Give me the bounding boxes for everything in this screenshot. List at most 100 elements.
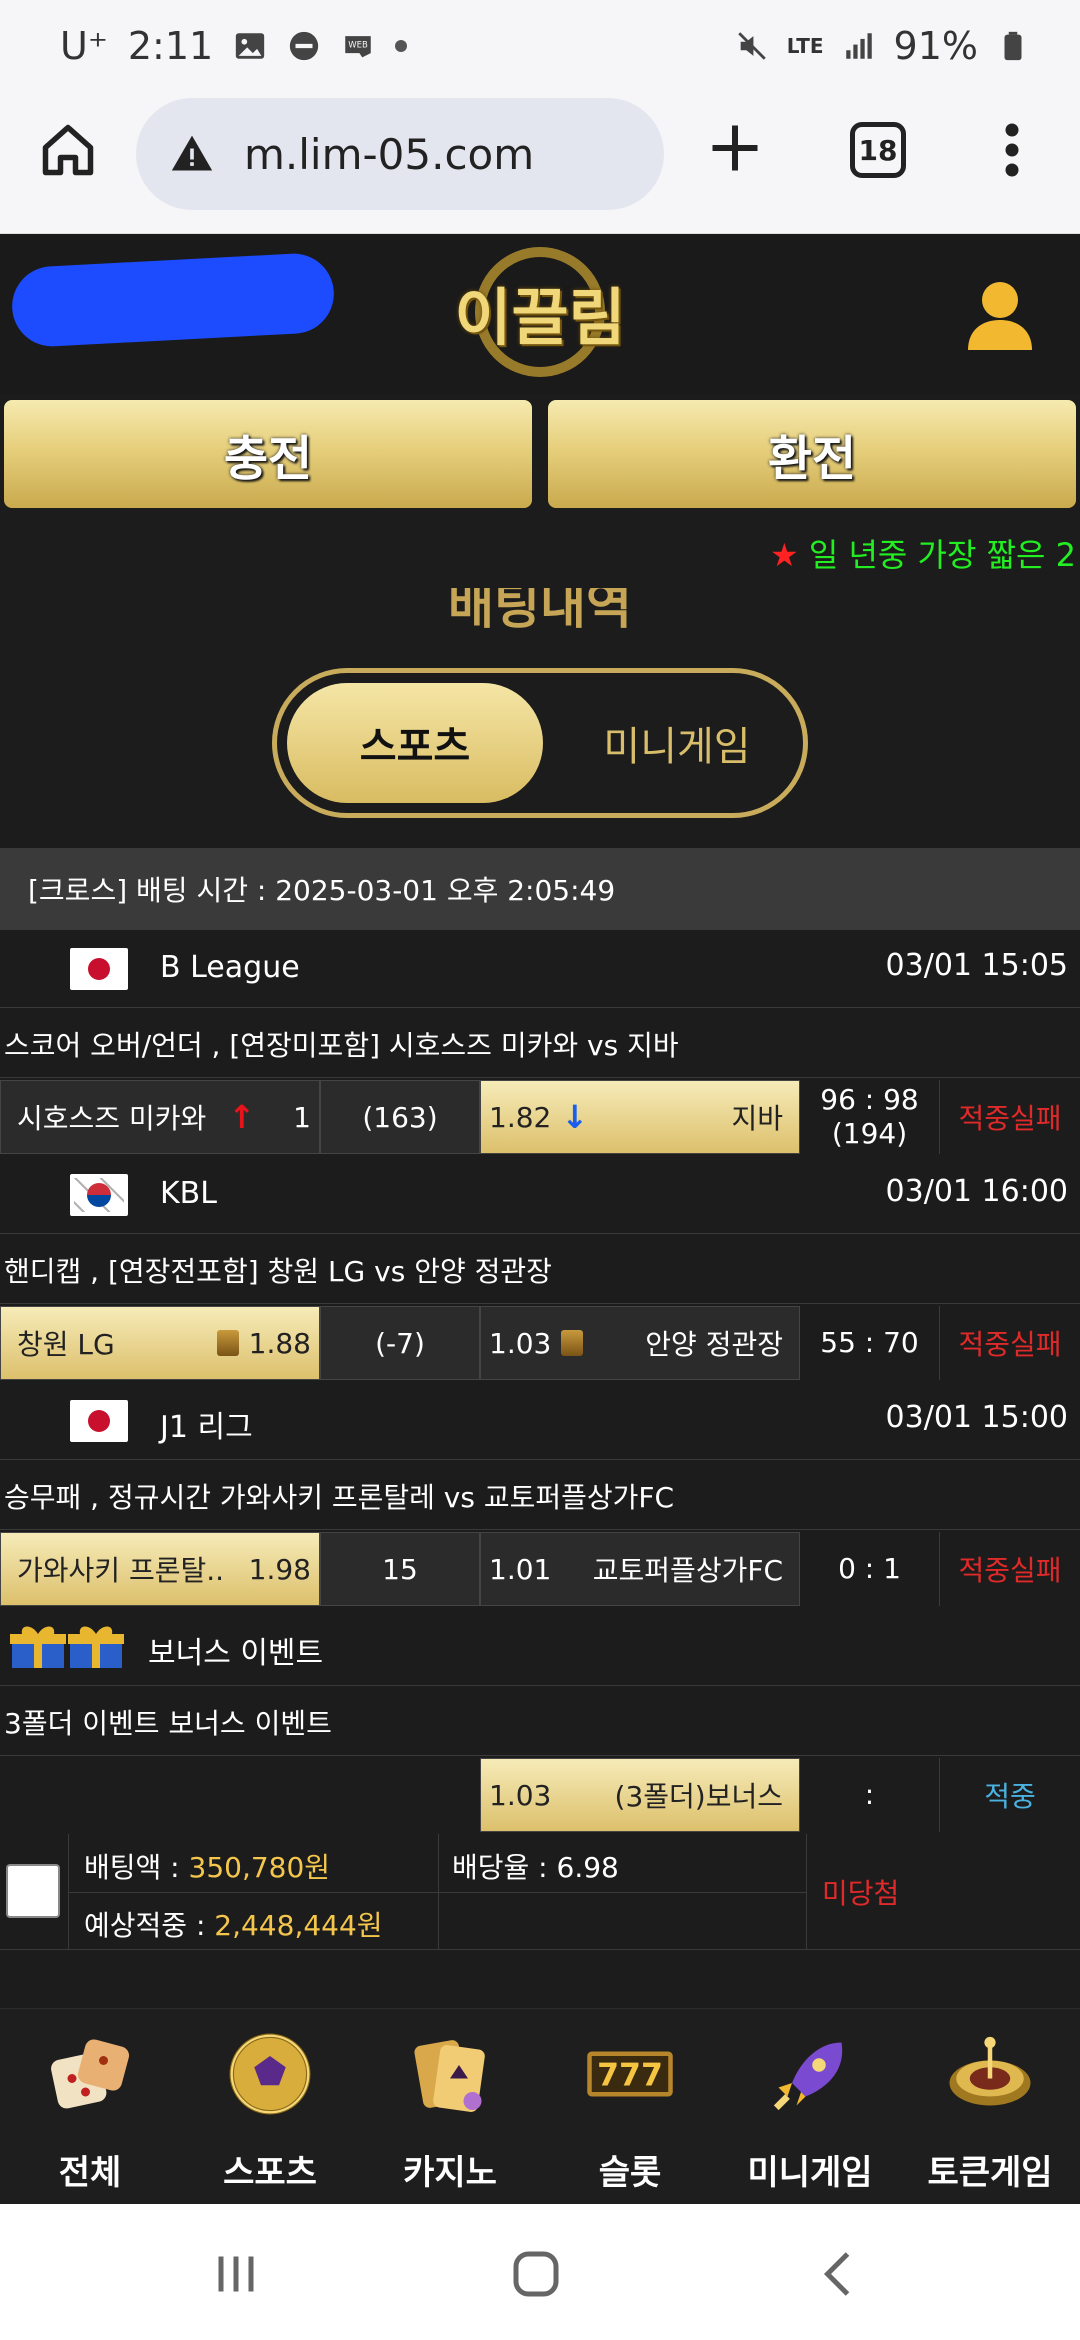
league-name: J1 리그 — [160, 1410, 253, 1445]
tab-switcher-button[interactable]: 18 — [850, 122, 906, 178]
bonus-bet-row: 1.03 (3폴더)보너스 : 적중 — [0, 1758, 1080, 1832]
carrier-label: U⁺ — [60, 24, 108, 68]
battery-percent: 91% — [893, 24, 978, 68]
korea-flag-icon — [70, 1174, 128, 1216]
odds-rate: 배당율 : 6.98 — [452, 1851, 619, 1884]
svg-text:777: 777 — [597, 2057, 663, 2093]
mute-icon — [738, 32, 766, 60]
redacted-area — [10, 251, 336, 349]
category-toggle: 스포츠 미니게임 — [272, 668, 808, 818]
select-checkbox[interactable] — [6, 1864, 60, 1918]
slot-777-icon: 777 — [587, 2051, 673, 2097]
bonus-label: 보너스 이벤트 — [148, 1636, 324, 1671]
roulette-icon — [949, 2036, 1031, 2106]
league-row: B League 03/01 15:05 — [0, 930, 1080, 1008]
recent-apps-icon[interactable] — [206, 2244, 266, 2304]
bet-row: 창원 LG 1.88 (-7) 1.03 안양 정관장 55 : 70 적중실패 — [0, 1306, 1080, 1380]
arrow-down-icon: ↓ — [561, 1098, 589, 1136]
home-icon[interactable] — [38, 120, 98, 180]
nav-slot[interactable]: 777 슬롯 — [540, 2009, 720, 2205]
result-status: 적중 — [984, 1780, 1036, 1813]
svg-text:WEB: WEB — [348, 40, 368, 50]
result-status: 적중실패 — [958, 1328, 1062, 1361]
browser-toolbar: m.lim-05.com 18 — [0, 90, 1080, 234]
result-status: 적중실패 — [958, 1102, 1062, 1135]
exchange-button[interactable]: 환전 — [548, 400, 1076, 508]
site-header: 이끌림 — [0, 234, 1080, 394]
rocket-icon — [773, 2042, 843, 2111]
more-menu-icon[interactable] — [1000, 120, 1024, 180]
away-selection: 1.03 안양 정관장 — [480, 1306, 800, 1380]
bet-row: 가와사키 프론탈.. 1.98 15 1.01 교토퍼플상가FC 0 : 1 적… — [0, 1532, 1080, 1606]
score: 0 : 1 — [800, 1532, 940, 1606]
expected-payout: 예상적중 : 2,448,444원 — [84, 1909, 383, 1942]
arrow-up-icon: ↑ — [228, 1098, 256, 1136]
bet-row: 시호스즈 미카와 ↑ 1 (163) 1.82 ↓ 지바 96 : 98 (194)… — [0, 1080, 1080, 1154]
home-icon[interactable] — [506, 2244, 566, 2304]
bonus-league-row: 보너스 이벤트 — [0, 1608, 1080, 1686]
site-logo[interactable]: 이끌림 — [430, 242, 650, 382]
line-value: (163) — [320, 1080, 480, 1154]
warning-icon[interactable] — [170, 132, 214, 176]
line-value: 15 — [320, 1532, 480, 1606]
nav-minigame[interactable]: 미니게임 — [720, 2009, 900, 2205]
bet-summary: 배팅액 : 350,780원 배당율 : 6.98 예상적중 : 2,448,4… — [0, 1834, 1080, 1950]
home-selection: 시호스즈 미카와 ↑ 1 — [0, 1080, 320, 1154]
user-icon[interactable] — [960, 274, 1040, 354]
away-selection: 1.82 ↓ 지바 — [480, 1080, 800, 1154]
japan-flag-icon — [70, 948, 128, 990]
result-status: 적중실패 — [958, 1554, 1062, 1587]
market-description: 승무패 , 정규시간 가와사키 프론탈레 vs 교토퍼플상가FC — [0, 1462, 1080, 1530]
nav-sports[interactable]: 스포츠 — [180, 2009, 360, 2205]
new-tab-icon[interactable] — [705, 118, 765, 178]
notice-marquee: ★ 일 년중 가장 짧은 2 — [0, 530, 1080, 580]
status-bar: U⁺ 2:11 WEB LTE 91% — [0, 0, 1080, 90]
match-time: 03/01 16:00 — [885, 1174, 1068, 1209]
line-value: (-7) — [320, 1306, 480, 1380]
score: 96 : 98 (194) — [800, 1080, 940, 1154]
nav-casino[interactable]: 카지노 — [360, 2009, 540, 2205]
gift-icon — [68, 1626, 124, 1668]
webtoon-app-icon: WEB — [345, 36, 371, 58]
home-selection: 창원 LG 1.88 — [0, 1306, 320, 1380]
match-time: 03/01 15:00 — [885, 1400, 1068, 1435]
league-name: KBL — [160, 1176, 217, 1211]
bet-amount: 배팅액 : 350,780원 — [84, 1851, 331, 1884]
soccer-ball-icon — [229, 2033, 311, 2115]
clock: 2:11 — [127, 24, 214, 68]
bottom-navigation: 전체 스포츠 카지노 777 슬롯 미니게임 토큰게임 — [0, 2008, 1080, 2204]
dice-icon — [51, 2039, 130, 2109]
url-text[interactable]: m.lim-05.com — [244, 130, 534, 179]
battery-icon — [1004, 31, 1022, 61]
market-description: 핸디캡 , [연장전포함] 창원 LG vs 안양 정관장 — [0, 1236, 1080, 1304]
network-type: LTE — [786, 34, 824, 58]
handicap-icon — [216, 1330, 239, 1356]
bonus-description: 3폴더 이벤트 보너스 이벤트 — [0, 1688, 1080, 1756]
page-title: 배팅내역 — [448, 588, 632, 628]
gallery-notification-icon — [236, 33, 265, 59]
handicap-icon — [561, 1330, 584, 1356]
match-time: 03/01 15:05 — [885, 948, 1068, 983]
nav-all[interactable]: 전체 — [0, 2009, 180, 2205]
tab-minigame[interactable]: 미니게임 — [557, 683, 797, 803]
home-selection: 가와사키 프론탈.. 1.98 — [0, 1532, 320, 1606]
gift-icon — [10, 1626, 66, 1668]
league-name: B League — [160, 950, 300, 985]
bonus-selection: 1.03 (3폴더)보너스 — [480, 1758, 800, 1832]
market-description: 스코어 오버/언더 , [연장미포함] 시호스즈 미카와 vs 지바 — [0, 1010, 1080, 1078]
cards-icon — [414, 2040, 485, 2112]
nav-token-game[interactable]: 토큰게임 — [900, 2009, 1080, 2205]
bet-slip-header: [크로스] 배팅 시간 : 2025-03-01 오후 2:05:49 — [0, 848, 1080, 930]
address-bar[interactable]: m.lim-05.com — [136, 98, 664, 210]
league-row: J1 리그 03/01 15:00 — [0, 1382, 1080, 1460]
system-navigation-bar — [0, 2204, 1080, 2340]
league-row: KBL 03/01 16:00 — [0, 1156, 1080, 1234]
star-icon: ★ — [770, 536, 799, 574]
marquee-text: 일 년중 가장 짧은 2 — [798, 536, 1076, 574]
away-selection: 1.01 교토퍼플상가FC — [480, 1532, 800, 1606]
japan-flag-icon — [70, 1400, 128, 1442]
charge-button[interactable]: 충전 — [4, 400, 532, 508]
dnd-icon — [290, 31, 319, 61]
back-icon[interactable] — [810, 2244, 870, 2304]
tab-sports[interactable]: 스포츠 — [287, 683, 543, 803]
